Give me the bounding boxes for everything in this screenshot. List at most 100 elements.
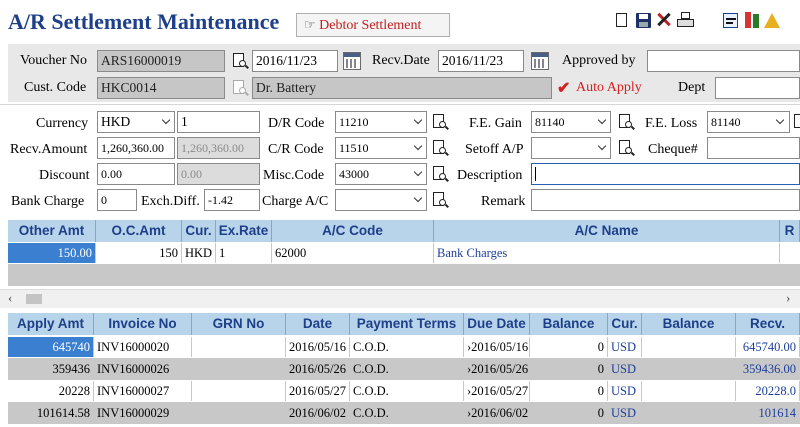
- date-cell[interactable]: 2016/05/16: [286, 337, 350, 357]
- balance-cell[interactable]: 0: [530, 359, 608, 379]
- cust-name-field[interactable]: Dr. Battery: [252, 77, 552, 99]
- ac-name-cell[interactable]: Bank Charges: [434, 243, 780, 263]
- other-row[interactable]: 150.00 150 HKD 1 62000 Bank Charges: [8, 242, 800, 264]
- col-due-date[interactable]: Due Date: [464, 313, 530, 335]
- due-date-cell[interactable]: ›2016/06/02‹: [464, 403, 530, 423]
- recv-date-field[interactable]: 2016/11/23: [438, 50, 524, 72]
- apply-amt-cell[interactable]: 101614.58: [8, 403, 94, 423]
- apply-amt-cell[interactable]: 20228: [8, 381, 94, 401]
- debtor-settlement-button[interactable]: ☞ Debtor Settlement: [296, 13, 450, 37]
- cr-code-dropdown-icon[interactable]: [411, 137, 427, 159]
- description-field[interactable]: [531, 163, 800, 185]
- col-r[interactable]: R: [780, 220, 800, 242]
- col-balance[interactable]: Balance: [530, 313, 608, 335]
- col-payment-terms[interactable]: Payment Terms: [350, 313, 464, 335]
- date-cell[interactable]: 2016/06/02: [286, 403, 350, 423]
- dr-code-dropdown-icon[interactable]: [411, 111, 427, 133]
- auto-apply-button[interactable]: Auto Apply: [576, 80, 642, 96]
- grn-no-cell[interactable]: [192, 381, 286, 401]
- payment-terms-cell[interactable]: C.O.D.: [350, 337, 464, 357]
- recv-cell[interactable]: 20228.0: [736, 381, 800, 401]
- horizontal-scrollbar[interactable]: ‹ ›: [0, 289, 800, 308]
- invoice-no-cell[interactable]: INV16000027: [94, 381, 192, 401]
- currency-dropdown-icon[interactable]: [159, 111, 175, 133]
- due-date-cell[interactable]: ›2016/05/16‹: [464, 337, 530, 357]
- apply-amt-cell[interactable]: 645740: [8, 337, 94, 357]
- balance2-cell[interactable]: [642, 381, 736, 401]
- voucher-lookup-icon[interactable]: [231, 52, 249, 70]
- misc-code-dropdown-icon[interactable]: [411, 163, 427, 185]
- col-other-amt[interactable]: Other Amt: [8, 220, 96, 242]
- balance2-cell[interactable]: [642, 359, 736, 379]
- col-date[interactable]: Date: [286, 313, 350, 335]
- payment-terms-cell[interactable]: C.O.D.: [350, 381, 464, 401]
- voucher-date-field[interactable]: 2016/11/23: [252, 50, 338, 72]
- due-date-cell[interactable]: ›2016/05/26‹: [464, 359, 530, 379]
- col-ac-name[interactable]: A/C Name: [434, 220, 780, 242]
- misc-code-lookup-icon[interactable]: [431, 165, 449, 183]
- scroll-thumb[interactable]: [26, 294, 42, 304]
- invoice-no-cell[interactable]: INV16000020: [94, 337, 192, 357]
- invoice-no-cell[interactable]: INV16000029: [94, 403, 192, 423]
- col-apply-amt[interactable]: Apply Amt: [8, 313, 94, 335]
- new-document-icon[interactable]: [613, 11, 631, 31]
- balance-cell[interactable]: 0: [530, 381, 608, 401]
- recv-cell[interactable]: 645740.00: [736, 337, 800, 357]
- voucher-date-calendar-icon[interactable]: [343, 52, 361, 70]
- recv-cell[interactable]: 101614: [736, 403, 800, 423]
- save-icon[interactable]: [634, 11, 652, 31]
- cur-cell[interactable]: USD: [608, 337, 642, 357]
- col-cur[interactable]: Cur.: [182, 220, 216, 242]
- dept-field[interactable]: [715, 77, 800, 99]
- apply-amt-cell[interactable]: 359436: [8, 359, 94, 379]
- col-recv[interactable]: Recv.: [736, 313, 800, 335]
- grn-no-cell[interactable]: [192, 359, 286, 379]
- col-cur2[interactable]: Cur.: [608, 313, 642, 335]
- exch-diff-field[interactable]: -1.42: [204, 189, 260, 211]
- recv-amount-field[interactable]: 1,260,360.00: [97, 137, 175, 159]
- ex-rate-cell[interactable]: 1: [216, 243, 272, 263]
- balance-cell[interactable]: 0: [530, 337, 608, 357]
- remark-field[interactable]: [531, 189, 800, 211]
- cur-cell[interactable]: USD: [608, 381, 642, 401]
- grn-no-cell[interactable]: [192, 337, 286, 357]
- balance2-cell[interactable]: [642, 403, 736, 423]
- cust-code-field[interactable]: HKC0014: [97, 77, 225, 99]
- recv-cell[interactable]: 359436.00: [736, 359, 800, 379]
- dr-code-lookup-icon[interactable]: [431, 113, 449, 131]
- exchange-rate-field[interactable]: 1: [177, 111, 260, 133]
- oc-amt-cell[interactable]: 150: [96, 243, 182, 263]
- approved-by-field[interactable]: [647, 50, 800, 72]
- balance2-cell[interactable]: [642, 337, 736, 357]
- payment-terms-cell[interactable]: C.O.D.: [350, 359, 464, 379]
- payment-terms-cell[interactable]: C.O.D.: [350, 403, 464, 423]
- transfer-icon[interactable]: [743, 11, 761, 31]
- invoice-no-cell[interactable]: INV16000026: [94, 359, 192, 379]
- edit-icon[interactable]: [722, 11, 740, 31]
- cur-cell[interactable]: HKD: [182, 243, 216, 263]
- setoff-ap-dropdown-icon[interactable]: [595, 137, 611, 159]
- delete-icon[interactable]: [655, 11, 673, 31]
- bank-charge-field[interactable]: 0: [97, 189, 137, 211]
- voucher-no-field[interactable]: ARS16000019: [97, 50, 225, 72]
- charge-ac-dropdown-icon[interactable]: [411, 189, 427, 211]
- other-amt-cell[interactable]: 150.00: [8, 243, 96, 263]
- col-ex-rate[interactable]: Ex.Rate: [216, 220, 272, 242]
- col-invoice-no[interactable]: Invoice No: [94, 313, 192, 335]
- cr-code-lookup-icon[interactable]: [431, 139, 449, 157]
- due-date-cell[interactable]: ›2016/05/27‹: [464, 381, 530, 401]
- fe-loss-dropdown-icon[interactable]: [773, 111, 789, 133]
- table-row[interactable]: 101614.58 INV16000029 2016/06/02 C.O.D. ›201…: [8, 402, 800, 424]
- charge-ac-lookup-icon[interactable]: [431, 191, 449, 209]
- discount-field[interactable]: 0.00: [97, 163, 175, 185]
- col-grn-no[interactable]: GRN No: [192, 313, 286, 335]
- print-icon[interactable]: [676, 11, 694, 31]
- table-row[interactable]: 645740 INV16000020 2016/05/16 C.O.D. ›2016/0…: [8, 336, 800, 358]
- scroll-left-icon[interactable]: ‹: [8, 290, 12, 306]
- table-row[interactable]: 20228 INV16000027 2016/05/27 C.O.D. ›2016/05…: [8, 380, 800, 402]
- fe-gain-dropdown-icon[interactable]: [595, 111, 611, 133]
- date-cell[interactable]: 2016/05/27: [286, 381, 350, 401]
- grn-no-cell[interactable]: [192, 403, 286, 423]
- warning-icon[interactable]: [764, 11, 780, 31]
- col-ac-code[interactable]: A/C Code: [272, 220, 434, 242]
